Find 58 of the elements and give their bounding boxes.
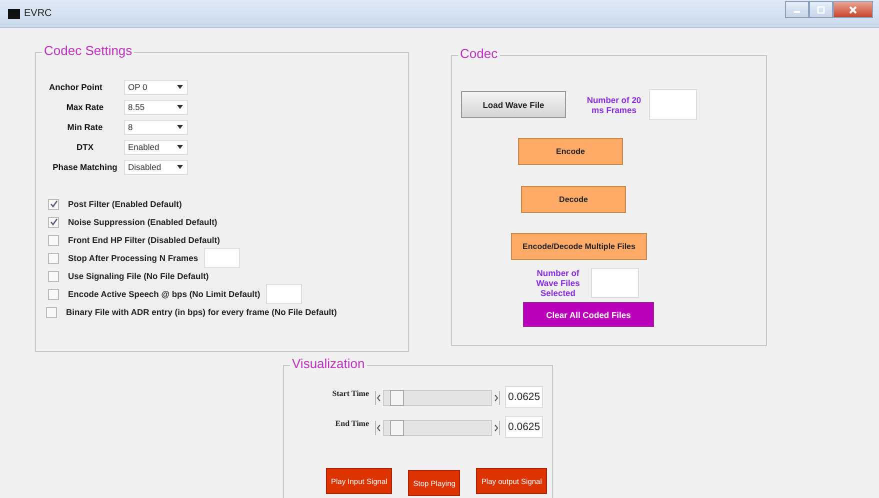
right-arrow-icon[interactable] [492, 421, 500, 435]
slider[interactable] [375, 420, 500, 436]
caret-icon [177, 145, 183, 149]
codec-button[interactable]: Encode/Decode Multiple Files [511, 233, 647, 260]
dropdown-label: Max Rate [65, 102, 105, 112]
frames-label: Number of 20 ms Frames [586, 94, 642, 114]
caret-icon [177, 105, 183, 109]
close-button[interactable] [833, 1, 873, 18]
dropdown-label: Anchor Point [48, 82, 104, 92]
clear-files-button[interactable]: Clear All Coded Files [523, 302, 654, 327]
checkbox-label: Encode Active Speech @ bps (No Limit Default) [68, 289, 260, 299]
left-arrow-icon[interactable] [375, 391, 383, 405]
files-label: Number of Wave Files Selected [535, 268, 581, 298]
input-field[interactable] [591, 268, 639, 298]
checkbox[interactable] [48, 234, 59, 246]
dropdown[interactable]: Enabled [124, 140, 188, 154]
dropdown-label: Phase Matching [52, 162, 118, 172]
slider[interactable] [375, 390, 500, 406]
panel-title: Codec Settings [42, 43, 134, 59]
checkbox-label: Front End HP Filter (Disabled Default) [68, 235, 220, 245]
minimize-button[interactable] [785, 1, 809, 18]
checkbox[interactable] [48, 216, 59, 228]
checkbox[interactable] [48, 288, 59, 300]
checkbox-label: Stop After Processing N Frames [68, 253, 198, 263]
input-field[interactable] [204, 248, 240, 268]
checkbox-label: Post Filter (Enabled Default) [68, 199, 182, 209]
codec-button[interactable]: Encode [518, 138, 623, 165]
checkbox[interactable] [48, 198, 59, 210]
maximize-icon [817, 6, 825, 14]
slider-label: Start Time [331, 389, 369, 398]
dropdown[interactable]: 8 [124, 120, 188, 134]
window-title: EVRC [24, 8, 52, 19]
dropdown-label: Min Rate [66, 122, 104, 132]
slider-label: End Time [334, 419, 369, 428]
checkbox[interactable] [48, 252, 59, 264]
checkbox[interactable] [46, 306, 57, 318]
load-wave-file-button[interactable]: Load Wave File [461, 91, 566, 118]
dropdown-label: DTX [76, 142, 94, 152]
caret-icon [177, 85, 183, 89]
input-field[interactable] [649, 89, 697, 120]
checkbox-label: Noise Suppression (Enabled Default) [68, 217, 218, 227]
maximize-button[interactable] [809, 1, 833, 18]
checkbox-label: Use Signaling File (No File Default) [68, 271, 209, 281]
checkbox-label: Binary File with ADR entry (in bps) for every frame (No File Default) [66, 307, 337, 317]
dropdown[interactable]: 8.55 [124, 100, 188, 114]
right-arrow-icon[interactable] [492, 391, 500, 405]
caret-icon [177, 165, 183, 169]
value-field[interactable]: 0.0625 [505, 416, 544, 438]
value-field[interactable]: 0.0625 [505, 386, 544, 408]
dropdown[interactable]: OP 0 [124, 80, 188, 94]
checkbox[interactable] [48, 270, 59, 282]
dropdown[interactable]: Disabled [124, 160, 188, 174]
app-icon [8, 8, 20, 18]
left-arrow-icon[interactable] [375, 421, 383, 435]
close-icon [848, 4, 858, 14]
input-field[interactable] [266, 284, 302, 304]
codec-button[interactable]: Decode [521, 186, 626, 213]
caret-icon [177, 125, 183, 129]
